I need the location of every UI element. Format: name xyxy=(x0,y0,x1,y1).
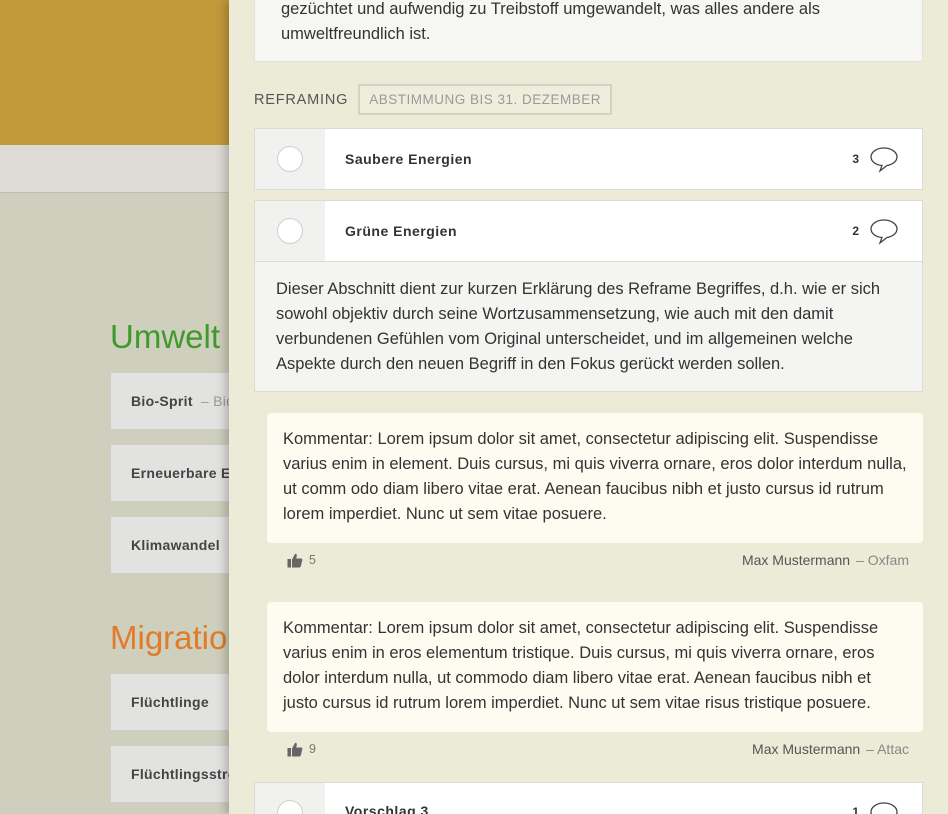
comment-count: 3 xyxy=(852,152,859,166)
like-button[interactable]: 5 xyxy=(287,553,316,568)
vote-radio-cell[interactable] xyxy=(255,129,325,189)
comment-meta: 5 Max Mustermann – Oxfam xyxy=(287,552,909,568)
thumbs-up-icon xyxy=(287,553,303,567)
vote-radio[interactable] xyxy=(277,218,303,244)
proposal-title: Saubere Energien xyxy=(345,151,473,167)
like-count: 5 xyxy=(309,553,316,567)
author-name: Max Mustermann xyxy=(741,552,851,568)
topic-label: Klimawandel xyxy=(131,537,220,553)
proposal-item[interactable]: Vorschlag 3 1 xyxy=(254,782,923,814)
vote-radio-cell[interactable] xyxy=(255,201,325,261)
category-heading-migration: Migration xyxy=(110,619,246,656)
speech-bubble-icon[interactable] xyxy=(869,145,899,173)
proposal-item[interactable]: Grüne Energien 2 xyxy=(254,200,923,262)
author-name: Max Mustermann xyxy=(752,741,861,757)
author-org: – Oxfam xyxy=(856,552,909,568)
comment-count: 2 xyxy=(852,224,859,238)
proposal-title: Vorschlag 3 xyxy=(345,803,429,814)
like-count: 9 xyxy=(309,742,316,756)
topic-label: Flüchtlinge xyxy=(131,694,209,710)
comment-card: Kommentar: Lorem ipsum dolor sit amet, c… xyxy=(267,602,923,732)
deadline-badge: ABSTIMMUNG BIS 31. DEZEMBER xyxy=(358,84,612,115)
thumbs-up-icon xyxy=(287,742,303,756)
like-button[interactable]: 9 xyxy=(287,742,316,757)
proposal-item[interactable]: Saubere Energien 3 xyxy=(254,128,923,190)
proposal-title: Grüne Energien xyxy=(345,223,458,239)
reframing-label: REFRAMING xyxy=(254,91,349,108)
comment-meta: 9 Max Mustermann – Attac xyxy=(287,741,909,757)
comment-text: Kommentar: Lorem ipsum dolor sit amet, c… xyxy=(283,619,879,712)
comment-count: 1 xyxy=(852,805,859,814)
reframing-header: REFRAMING ABSTIMMUNG BIS 31. DEZEMBER xyxy=(254,84,612,115)
category-heading-umwelt: Umwelt xyxy=(110,318,221,355)
vote-radio[interactable] xyxy=(277,800,303,814)
author-org: – Attac xyxy=(866,741,909,757)
proposal-explanation: Dieser Abschnitt dient zur kurzen Erklär… xyxy=(254,262,923,392)
comment-card: Kommentar: Lorem ipsum dolor sit amet, c… xyxy=(267,413,923,543)
comment-text: Kommentar: Lorem ipsum dolor sit amet, c… xyxy=(283,430,907,523)
speech-bubble-icon[interactable] xyxy=(869,800,899,814)
vote-radio[interactable] xyxy=(277,146,303,172)
vote-radio-cell[interactable] xyxy=(255,783,325,814)
intro-text: gezüchtet und aufwendig zu Treibstoff um… xyxy=(254,0,923,62)
detail-panel: gezüchtet und aufwendig zu Treibstoff um… xyxy=(229,0,948,814)
topic-label: Bio-Sprit xyxy=(131,393,193,409)
comment-author: Max Mustermann – Attac xyxy=(752,741,909,757)
comment-author: Max Mustermann – Oxfam xyxy=(742,552,909,568)
speech-bubble-icon[interactable] xyxy=(869,217,899,245)
